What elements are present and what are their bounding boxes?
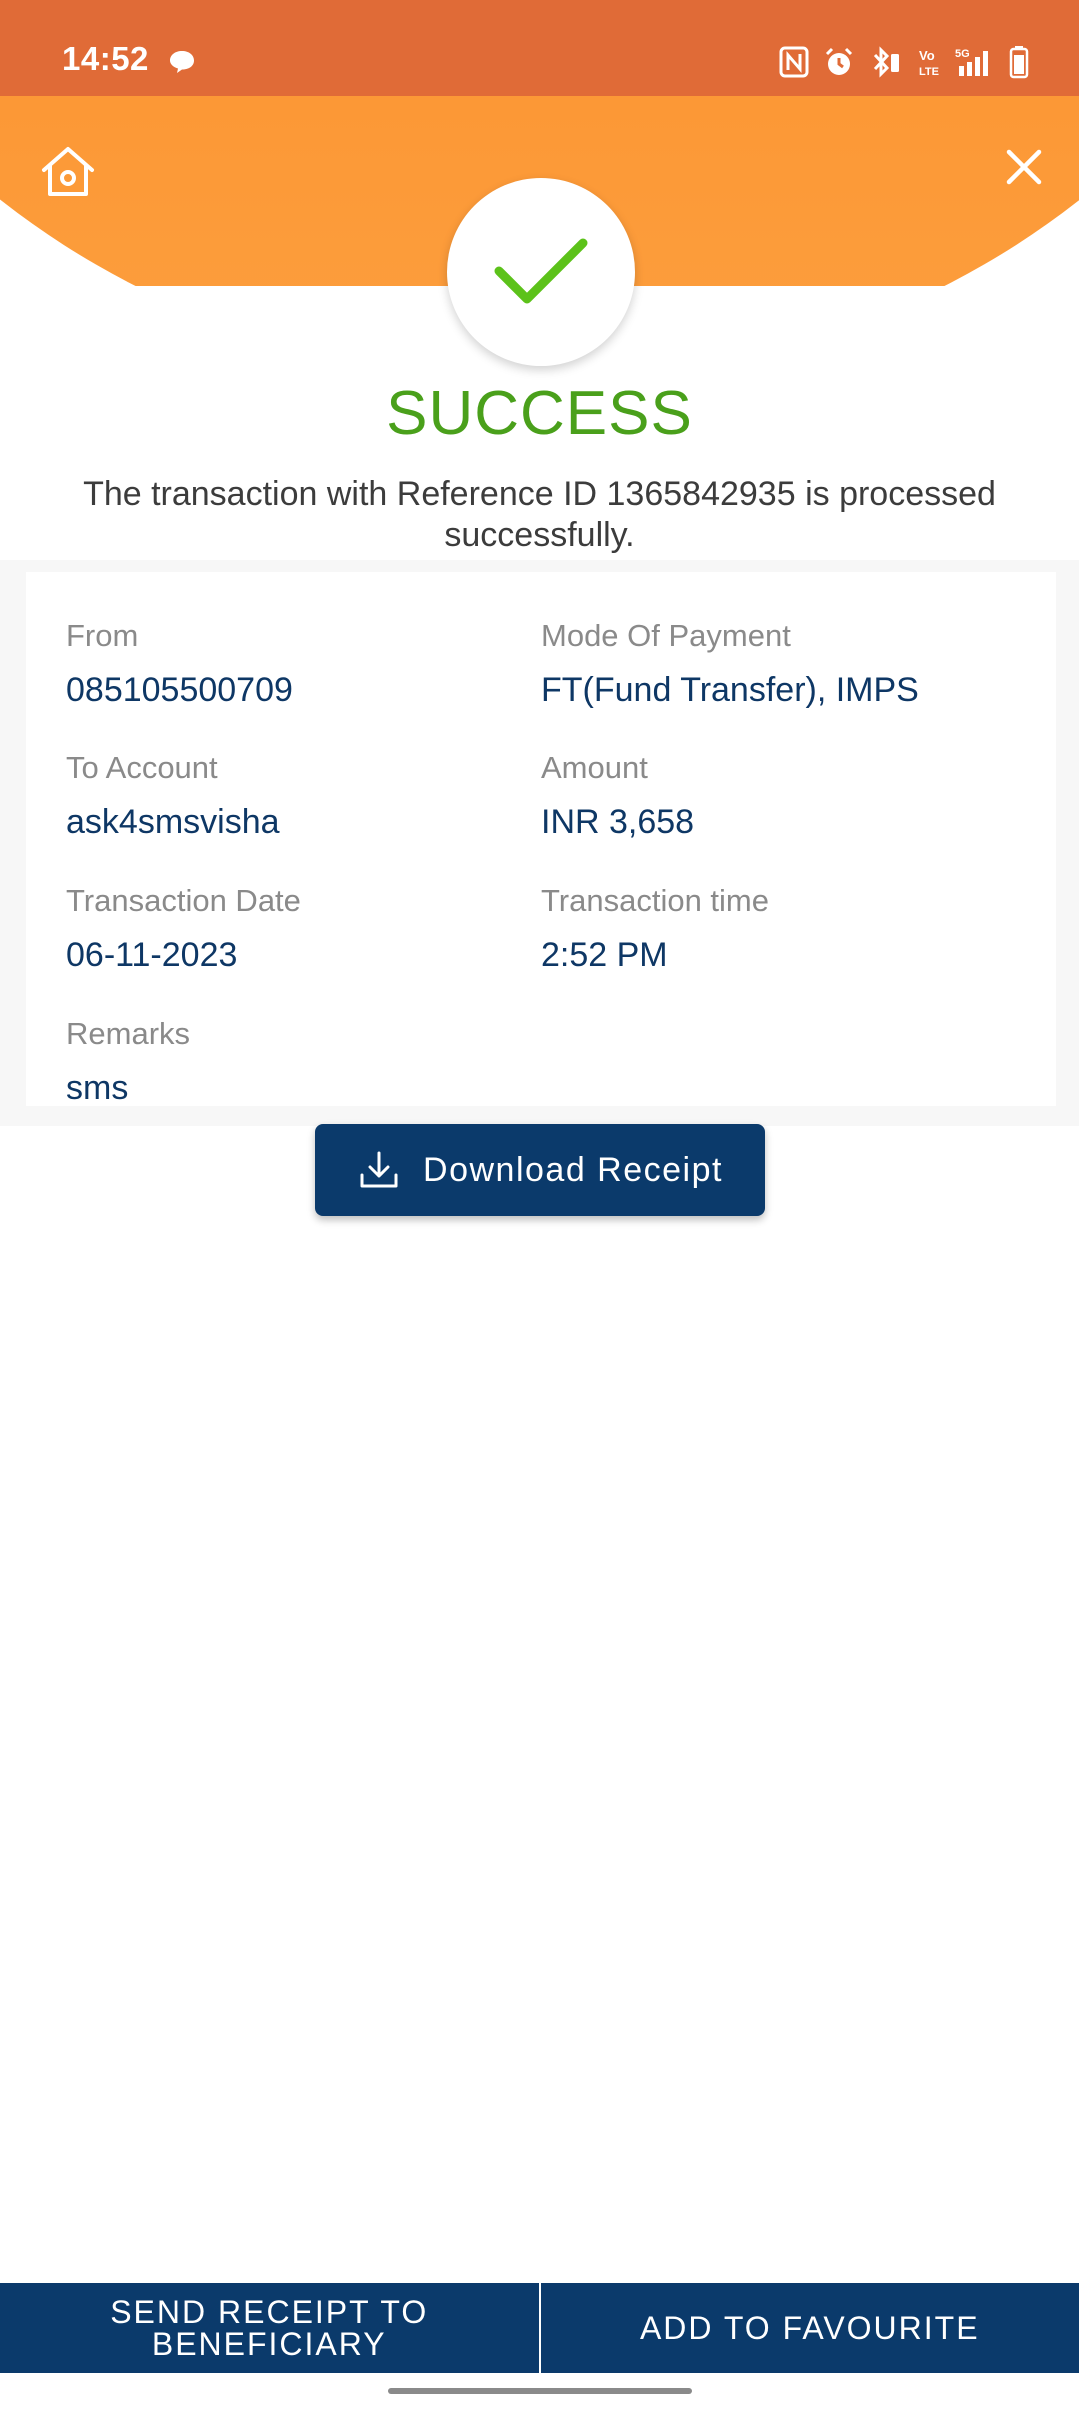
nfc-icon <box>779 46 809 78</box>
from-value: 085105500709 <box>66 671 293 709</box>
send-receipt-label-line1: SEND RECEIPT TO <box>110 2294 429 2330</box>
gesture-navigation-bar[interactable] <box>388 2388 692 2394</box>
close-button[interactable] <box>997 140 1051 194</box>
home-button[interactable] <box>36 140 100 204</box>
battery-icon <box>1009 46 1029 79</box>
status-icons: Vo LTE 5G <box>779 42 1029 82</box>
amount-label: Amount <box>541 750 648 785</box>
amount-value: INR 3,658 <box>541 803 695 841</box>
close-icon <box>1006 149 1042 185</box>
mode-of-payment-label: Mode Of Payment <box>541 618 791 653</box>
add-to-favourite-label: ADD TO FAVOURITE <box>639 2310 980 2346</box>
remarks-value: sms <box>66 1069 129 1107</box>
to-account-field: To Account ask4smsvisha <box>66 748 280 844</box>
to-account-label: To Account <box>66 750 218 785</box>
download-icon <box>360 1151 398 1188</box>
svg-text:LTE: LTE <box>919 66 939 78</box>
svg-text:5G: 5G <box>955 48 970 60</box>
transaction-time-label: Transaction time <box>541 883 769 918</box>
to-account-value: ask4smsvisha <box>66 803 280 841</box>
mode-of-payment-field: Mode Of Payment FT(Fund Transfer), IMPS <box>541 616 919 712</box>
send-receipt-to-beneficiary-button[interactable]: SEND RECEIPT TO BENEFICIARY <box>0 2283 541 2373</box>
alarm-icon <box>825 47 853 75</box>
mode-of-payment-value: FT(Fund Transfer), IMPS <box>541 671 919 709</box>
transaction-date-label: Transaction Date <box>66 883 301 918</box>
home-icon <box>42 147 94 196</box>
svg-text:Vo: Vo <box>919 48 935 63</box>
amount-field: Amount INR 3,658 <box>541 748 694 844</box>
transaction-details-card: From 085105500709 Mode Of Payment FT(Fun… <box>26 572 1056 1107</box>
success-message: The transaction with Reference ID 136584… <box>83 475 996 554</box>
download-receipt-button[interactable]: Download Receipt <box>315 1124 765 1216</box>
transaction-details-section: From 085105500709 Mode Of Payment FT(Fun… <box>0 560 1079 1126</box>
signal-5g-icon: 5G <box>955 48 988 76</box>
transaction-success-screen: 14:52 Vo LTE 5G SUCCESS The transaction … <box>0 0 1079 2412</box>
remarks-label: Remarks <box>66 1016 191 1051</box>
volte-icon: Vo LTE <box>919 48 939 78</box>
bluetooth-icon <box>873 46 899 78</box>
add-to-favourite-button[interactable]: ADD TO FAVOURITE <box>541 2283 1079 2373</box>
checkmark-icon <box>494 238 588 304</box>
success-title: SUCCESS <box>386 379 693 448</box>
chat-bubble-icon <box>168 48 196 76</box>
remarks-field: Remarks sms <box>66 1014 190 1110</box>
status-time: 14:52 <box>62 40 149 77</box>
transaction-time-value: 2:52 PM <box>541 936 668 974</box>
bottom-action-bar: SEND RECEIPT TO BENEFICIARY ADD TO FAVOU… <box>0 2283 1079 2373</box>
from-field: From 085105500709 <box>66 616 293 712</box>
send-receipt-label-line2: BENEFICIARY <box>151 2326 387 2362</box>
transaction-time-field: Transaction time 2:52 PM <box>541 881 769 977</box>
transaction-date-field: Transaction Date 06-11-2023 <box>66 881 301 977</box>
from-label: From <box>66 618 139 653</box>
download-receipt-label: Download Receipt <box>423 1150 723 1189</box>
transaction-date-value: 06-11-2023 <box>66 936 238 974</box>
status-bar: 14:52 Vo LTE 5G <box>0 0 1079 96</box>
success-check-badge <box>447 178 635 366</box>
